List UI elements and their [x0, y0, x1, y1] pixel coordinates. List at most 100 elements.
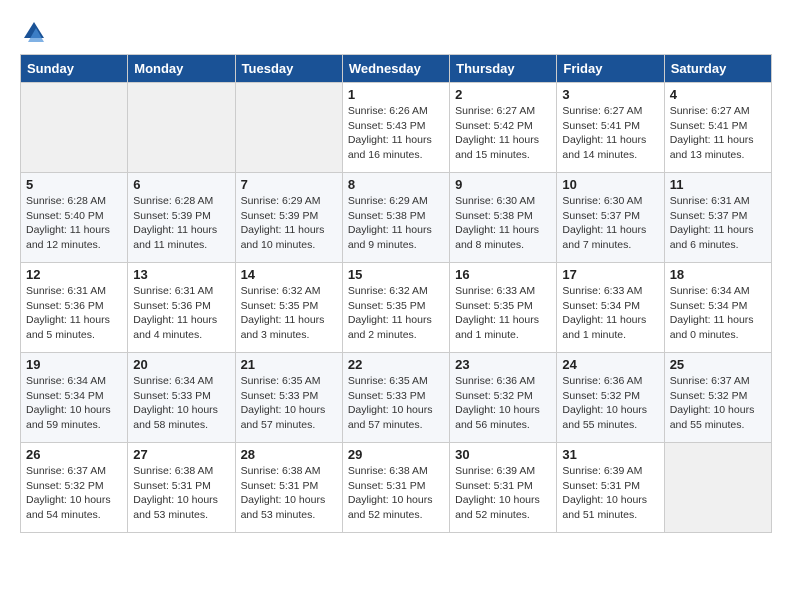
- day-header-wednesday: Wednesday: [342, 55, 449, 83]
- day-cell: 16 Sunrise: 6:33 AM Sunset: 5:35 PM Dayli…: [450, 263, 557, 353]
- day-info: Sunrise: 6:32 AM Sunset: 5:35 PM Dayligh…: [348, 284, 444, 343]
- header-row: SundayMondayTuesdayWednesdayThursdayFrid…: [21, 55, 772, 83]
- day-cell: 1 Sunrise: 6:26 AM Sunset: 5:43 PM Daylig…: [342, 83, 449, 173]
- day-number: 31: [562, 447, 658, 462]
- day-number: 2: [455, 87, 551, 102]
- day-cell: 9 Sunrise: 6:30 AM Sunset: 5:38 PM Daylig…: [450, 173, 557, 263]
- day-number: 25: [670, 357, 766, 372]
- day-info: Sunrise: 6:32 AM Sunset: 5:35 PM Dayligh…: [241, 284, 337, 343]
- day-cell: 10 Sunrise: 6:30 AM Sunset: 5:37 PM Dayli…: [557, 173, 664, 263]
- day-cell: 21 Sunrise: 6:35 AM Sunset: 5:33 PM Dayli…: [235, 353, 342, 443]
- day-cell: [128, 83, 235, 173]
- day-info: Sunrise: 6:39 AM Sunset: 5:31 PM Dayligh…: [562, 464, 658, 523]
- day-info: Sunrise: 6:35 AM Sunset: 5:33 PM Dayligh…: [241, 374, 337, 433]
- day-number: 18: [670, 267, 766, 282]
- logo: [20, 20, 46, 44]
- day-info: Sunrise: 6:31 AM Sunset: 5:37 PM Dayligh…: [670, 194, 766, 253]
- day-info: Sunrise: 6:31 AM Sunset: 5:36 PM Dayligh…: [26, 284, 122, 343]
- day-info: Sunrise: 6:34 AM Sunset: 5:34 PM Dayligh…: [670, 284, 766, 343]
- day-cell: 6Sunrise: 6:28 AM Sunset: 5:39 PM Daylig…: [128, 173, 235, 263]
- day-info: Sunrise: 6:37 AM Sunset: 5:32 PM Dayligh…: [26, 464, 122, 523]
- day-number: 5: [26, 177, 122, 192]
- day-number: 1: [348, 87, 444, 102]
- day-number: 21: [241, 357, 337, 372]
- day-info: Sunrise: 6:38 AM Sunset: 5:31 PM Dayligh…: [348, 464, 444, 523]
- day-number: 8: [348, 177, 444, 192]
- day-header-monday: Monday: [128, 55, 235, 83]
- day-info: Sunrise: 6:33 AM Sunset: 5:35 PM Dayligh…: [455, 284, 551, 343]
- day-cell: 18 Sunrise: 6:34 AM Sunset: 5:34 PM Dayli…: [664, 263, 771, 353]
- day-cell: 23 Sunrise: 6:36 AM Sunset: 5:32 PM Dayli…: [450, 353, 557, 443]
- header: [20, 20, 772, 44]
- day-number: 10: [562, 177, 658, 192]
- day-info: Sunrise: 6:26 AM Sunset: 5:43 PM Dayligh…: [348, 104, 444, 163]
- day-info: Sunrise: 6:27 AM Sunset: 5:41 PM Dayligh…: [562, 104, 658, 163]
- day-header-saturday: Saturday: [664, 55, 771, 83]
- day-number: 28: [241, 447, 337, 462]
- day-cell: 17 Sunrise: 6:33 AM Sunset: 5:34 PM Dayli…: [557, 263, 664, 353]
- calendar-table: SundayMondayTuesdayWednesdayThursdayFrid…: [20, 54, 772, 533]
- day-header-friday: Friday: [557, 55, 664, 83]
- day-cell: 29Sunrise: 6:38 AM Sunset: 5:31 PM Dayli…: [342, 443, 449, 533]
- day-header-sunday: Sunday: [21, 55, 128, 83]
- day-cell: 4 Sunrise: 6:27 AM Sunset: 5:41 PM Daylig…: [664, 83, 771, 173]
- day-header-thursday: Thursday: [450, 55, 557, 83]
- day-info: Sunrise: 6:34 AM Sunset: 5:33 PM Dayligh…: [133, 374, 229, 433]
- day-cell: 15 Sunrise: 6:32 AM Sunset: 5:35 PM Dayli…: [342, 263, 449, 353]
- day-header-tuesday: Tuesday: [235, 55, 342, 83]
- day-info: Sunrise: 6:29 AM Sunset: 5:39 PM Dayligh…: [241, 194, 337, 253]
- day-number: 14: [241, 267, 337, 282]
- day-number: 13: [133, 267, 229, 282]
- day-cell: 22 Sunrise: 6:35 AM Sunset: 5:33 PM Dayli…: [342, 353, 449, 443]
- day-info: Sunrise: 6:36 AM Sunset: 5:32 PM Dayligh…: [455, 374, 551, 433]
- day-number: 19: [26, 357, 122, 372]
- day-info: Sunrise: 6:31 AM Sunset: 5:36 PM Dayligh…: [133, 284, 229, 343]
- day-info: Sunrise: 6:37 AM Sunset: 5:32 PM Dayligh…: [670, 374, 766, 433]
- day-cell: [235, 83, 342, 173]
- day-cell: 12 Sunrise: 6:31 AM Sunset: 5:36 PM Dayli…: [21, 263, 128, 353]
- day-cell: 13 Sunrise: 6:31 AM Sunset: 5:36 PM Dayli…: [128, 263, 235, 353]
- day-number: 30: [455, 447, 551, 462]
- day-cell: 7 Sunrise: 6:29 AM Sunset: 5:39 PM Daylig…: [235, 173, 342, 263]
- day-cell: 27Sunrise: 6:38 AM Sunset: 5:31 PM Dayli…: [128, 443, 235, 533]
- day-info: Sunrise: 6:38 AM Sunset: 5:31 PM Dayligh…: [241, 464, 337, 523]
- day-number: 26: [26, 447, 122, 462]
- day-info: Sunrise: 6:30 AM Sunset: 5:38 PM Dayligh…: [455, 194, 551, 253]
- day-number: 4: [670, 87, 766, 102]
- day-number: 6: [133, 177, 229, 192]
- day-number: 3: [562, 87, 658, 102]
- day-number: 23: [455, 357, 551, 372]
- day-cell: [21, 83, 128, 173]
- day-number: 11: [670, 177, 766, 192]
- day-cell: 26 Sunrise: 6:37 AM Sunset: 5:32 PM Dayli…: [21, 443, 128, 533]
- day-number: 20: [133, 357, 229, 372]
- day-cell: 5Sunrise: 6:28 AM Sunset: 5:40 PM Daylig…: [21, 173, 128, 263]
- day-info: Sunrise: 6:30 AM Sunset: 5:37 PM Dayligh…: [562, 194, 658, 253]
- day-cell: 24Sunrise: 6:36 AM Sunset: 5:32 PM Dayli…: [557, 353, 664, 443]
- day-cell: 19 Sunrise: 6:34 AM Sunset: 5:34 PM Dayli…: [21, 353, 128, 443]
- day-info: Sunrise: 6:27 AM Sunset: 5:42 PM Dayligh…: [455, 104, 551, 163]
- day-cell: 14 Sunrise: 6:32 AM Sunset: 5:35 PM Dayli…: [235, 263, 342, 353]
- day-info: Sunrise: 6:33 AM Sunset: 5:34 PM Dayligh…: [562, 284, 658, 343]
- day-number: 17: [562, 267, 658, 282]
- day-info: Sunrise: 6:34 AM Sunset: 5:34 PM Dayligh…: [26, 374, 122, 433]
- day-cell: 11 Sunrise: 6:31 AM Sunset: 5:37 PM Dayli…: [664, 173, 771, 263]
- week-row-5: 26 Sunrise: 6:37 AM Sunset: 5:32 PM Dayli…: [21, 443, 772, 533]
- day-info: Sunrise: 6:29 AM Sunset: 5:38 PM Dayligh…: [348, 194, 444, 253]
- day-number: 22: [348, 357, 444, 372]
- day-number: 9: [455, 177, 551, 192]
- day-info: Sunrise: 6:38 AM Sunset: 5:31 PM Dayligh…: [133, 464, 229, 523]
- day-number: 16: [455, 267, 551, 282]
- day-cell: 20 Sunrise: 6:34 AM Sunset: 5:33 PM Dayli…: [128, 353, 235, 443]
- day-cell: 25 Sunrise: 6:37 AM Sunset: 5:32 PM Dayli…: [664, 353, 771, 443]
- week-row-2: 5Sunrise: 6:28 AM Sunset: 5:40 PM Daylig…: [21, 173, 772, 263]
- day-number: 15: [348, 267, 444, 282]
- day-cell: 2 Sunrise: 6:27 AM Sunset: 5:42 PM Daylig…: [450, 83, 557, 173]
- day-info: Sunrise: 6:27 AM Sunset: 5:41 PM Dayligh…: [670, 104, 766, 163]
- week-row-4: 19 Sunrise: 6:34 AM Sunset: 5:34 PM Dayli…: [21, 353, 772, 443]
- day-number: 7: [241, 177, 337, 192]
- day-number: 12: [26, 267, 122, 282]
- day-info: Sunrise: 6:39 AM Sunset: 5:31 PM Dayligh…: [455, 464, 551, 523]
- day-info: Sunrise: 6:35 AM Sunset: 5:33 PM Dayligh…: [348, 374, 444, 433]
- day-cell: [664, 443, 771, 533]
